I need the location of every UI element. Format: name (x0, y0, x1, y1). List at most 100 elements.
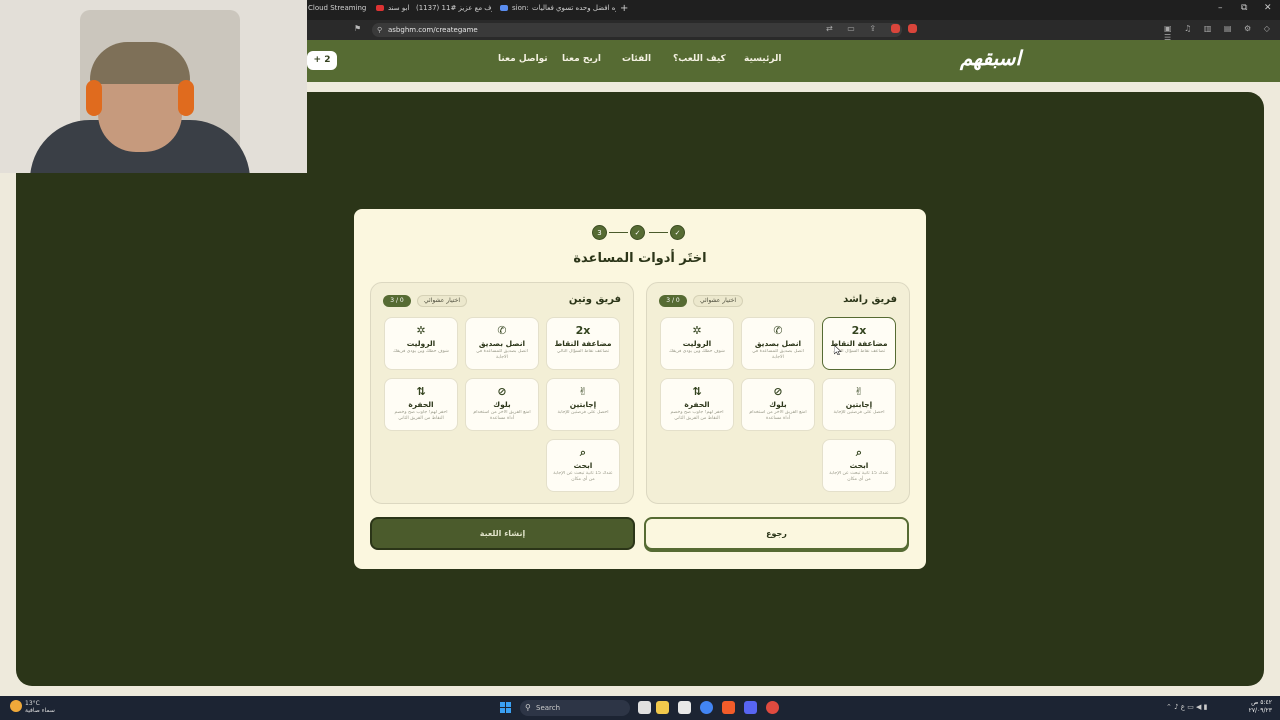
minimize-button[interactable]: – (1218, 3, 1223, 13)
maximize-button[interactable]: ⧉ (1241, 3, 1247, 13)
add-game-button[interactable]: + 2 (307, 51, 337, 70)
new-tab-button[interactable]: + (620, 3, 628, 14)
tool-description: اتصل بصديق للمساعدة في الاجابة (752, 349, 804, 360)
store-icon[interactable] (678, 701, 691, 714)
pit-icon: ⇅ (416, 385, 426, 398)
tool-pit[interactable]: ⇅ الحفرة احفر لهم! جاوب صح وخصم النقاط م… (660, 378, 734, 431)
tab-label: Cloud Streaming 8: (308, 4, 368, 12)
tool-pit[interactable]: ⇅ الحفرة احفر لهم! جاوب صح وخصم النقاط م… (384, 378, 458, 431)
roulette-wheel-icon: ✲ (416, 324, 426, 337)
tool-name: الروليت (406, 339, 436, 348)
nav-link-categories[interactable]: الفئات (622, 54, 651, 64)
youtube-icon (376, 5, 384, 11)
tool-roulette[interactable]: ✲ الروليت شوف حظك وين يودي فريقك (660, 317, 734, 370)
webcam-overlay (0, 0, 307, 173)
create-game-button[interactable]: إنشاء اللعبة (370, 517, 635, 550)
step-indicator: ✓ ✓ 3 (592, 225, 688, 241)
tab-label: sion: (512, 4, 529, 12)
tool-double-points[interactable]: 2x مضاعفة النقاط تضاعف نقاط السؤال التال… (546, 317, 620, 370)
tool-block[interactable]: ⊘ بلوك امنع الفريق الآخر من استخدام أداة… (465, 378, 539, 431)
team-panel-rashed: فريق راشد اختيار عشوائي 3 / 0 2x مضاعفة … (646, 282, 910, 504)
brave-rewards-icon[interactable] (908, 24, 918, 33)
bookmark-icon[interactable]: ⚑ (354, 24, 361, 33)
weather-icon[interactable] (10, 700, 22, 712)
search-icon: ⌕ (855, 446, 863, 459)
browser-tab[interactable]: sion: (500, 4, 530, 16)
browser-tab[interactable]: Cloud Streaming 8: (308, 4, 368, 16)
discord-icon (500, 5, 508, 11)
tool-description: عندك 15 ثانية تبحث عن الإجابة من أي مكان (553, 471, 613, 482)
tool-double-points[interactable]: 2x مضاعفة النقاط تضاعف نقاط السؤال التال… (822, 317, 896, 370)
tool-description: شوف حظك وين يودي فريقك (669, 349, 725, 354)
double-points-icon: 2x (575, 324, 591, 337)
step-current: 3 (592, 225, 607, 240)
nav-link-win-with-us[interactable]: اربح معنا (562, 54, 601, 64)
close-window-button[interactable]: ✕ (1264, 3, 1272, 13)
block-icon: ⊘ (497, 385, 507, 398)
phone-icon: ✆ (773, 324, 783, 337)
tool-description: عندك 15 ثانية تبحث عن الإجابة من أي مكان (829, 471, 889, 482)
tool-call-friend[interactable]: ✆ انصل بصديق اتصل بصديق للمساعدة في الاج… (465, 317, 539, 370)
tool-name: الروليت (682, 339, 712, 348)
tool-two-answers[interactable]: ✌ إجابتين احصل على فرصتين للإجابة (546, 378, 620, 431)
tool-roulette[interactable]: ✲ الروليت شوف حظك وين يودي فريقك (384, 317, 458, 370)
helper-tools-modal: ✓ ✓ 3 اختَر أدوات المساعدة فريق راشد اخت… (354, 209, 926, 569)
tool-description: احفر لهم! جاوب صح وخصم النقاط من الفريق … (670, 410, 724, 421)
taskbar-search[interactable]: ⚲ Search (520, 700, 630, 716)
system-tray[interactable]: ⌃ ♪ ع ▭ ◀ ▮ (1166, 703, 1208, 711)
roulette-wheel-icon: ✲ (692, 324, 702, 337)
tool-name: الحفرة (684, 400, 710, 409)
tool-description: احصل على فرصتين للإجابة (833, 410, 885, 415)
site-info-icon[interactable]: ⚲ (377, 23, 382, 37)
tool-name: إجابتين (569, 400, 597, 409)
clock[interactable]: ٥:٤٢ ص ٢٧/٠٩/٢٣ (1246, 699, 1272, 715)
random-select-button[interactable]: اختيار عشوائي (417, 295, 467, 307)
chrome-icon[interactable] (700, 701, 713, 714)
tool-name: مضاعفة النقاط (554, 339, 612, 348)
headphone-left (86, 80, 102, 116)
search-label: Search (536, 704, 561, 712)
selection-count-badge: 3 / 0 (659, 295, 687, 307)
tool-two-answers[interactable]: ✌ إجابتين احصل على فرصتين للإجابة (822, 378, 896, 431)
site-logo[interactable]: اسبقهم (960, 46, 1021, 70)
double-points-icon: 2x (851, 324, 867, 337)
tab-label: ابو سند (388, 4, 410, 12)
tool-block[interactable]: ⊘ بلوك امنع الفريق الآخر من استخدام أداة… (741, 378, 815, 431)
time: ٥:٤٢ ص (1251, 699, 1272, 706)
tool-name: بلوك (493, 400, 511, 409)
browser-tab[interactable]: ساره افضل وحده تسوي فعاليات (532, 4, 616, 16)
weather-widget[interactable]: 13°C سماء صافية (25, 700, 55, 714)
headphone-right (178, 80, 194, 116)
team-name: فريق راشد (843, 294, 897, 305)
tool-description: احفر لهم! جاوب صح وخصم النقاط من الفريق … (394, 410, 448, 421)
pit-icon: ⇅ (692, 385, 702, 398)
address-actions[interactable]: ⇄ ▭ ⇪ (826, 24, 918, 33)
two-fingers-icon: ✌ (578, 385, 588, 398)
step-done-icon: ✓ (670, 225, 685, 240)
task-view-icon[interactable] (638, 701, 651, 714)
url-field[interactable]: ⚲ asbghm.com/creategame (372, 23, 902, 37)
back-button[interactable]: رجوع (644, 517, 909, 550)
nav-link-how-to-play[interactable]: كيف اللعب؟ (673, 54, 726, 64)
random-select-button[interactable]: اختيار عشوائي (693, 295, 743, 307)
discord-icon[interactable] (744, 701, 757, 714)
nav-link-home[interactable]: الرئيسية (744, 54, 781, 64)
tool-search[interactable]: ⌕ ابحث عندك 15 ثانية تبحث عن الإجابة من … (822, 439, 896, 492)
step-connector (649, 232, 668, 233)
chrome-alt-icon[interactable] (766, 701, 779, 714)
step-done-icon: ✓ (630, 225, 645, 240)
tool-name: انصل بصديق (754, 339, 802, 348)
tool-call-friend[interactable]: ✆ انصل بصديق اتصل بصديق للمساعدة في الاج… (741, 317, 815, 370)
block-icon: ⊘ (773, 385, 783, 398)
brave-shield-icon[interactable] (890, 24, 900, 33)
file-explorer-icon[interactable] (656, 701, 669, 714)
tool-search[interactable]: ⌕ ابحث عندك 15 ثانية تبحث عن الإجابة من … (546, 439, 620, 492)
step-connector (609, 232, 628, 233)
browser-tab[interactable]: ابو سند (376, 4, 412, 16)
brave-icon[interactable] (722, 701, 735, 714)
tool-name: الحفرة (408, 400, 434, 409)
tool-name: ابحث (849, 461, 869, 470)
browser-tab[interactable]: (1137) حروف مع عزيز #11 (416, 4, 492, 16)
nav-link-contact[interactable]: تواصل معنا (498, 54, 548, 64)
windows-start-icon[interactable] (500, 702, 512, 714)
